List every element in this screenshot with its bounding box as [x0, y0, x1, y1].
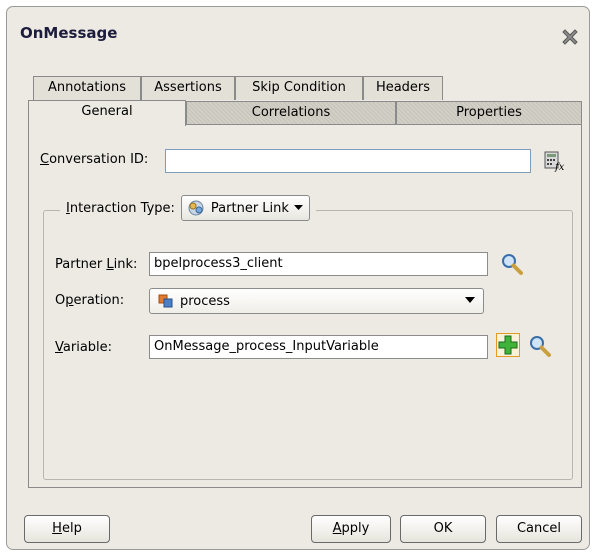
browse-variable-icon[interactable]	[528, 334, 552, 358]
operation-icon	[158, 294, 173, 308]
dropdown-arrow-icon	[293, 205, 303, 210]
tab-correlations[interactable]: Correlations	[186, 101, 396, 125]
close-icon[interactable]	[560, 27, 580, 47]
tab-general[interactable]: General	[28, 100, 186, 126]
add-variable-icon[interactable]	[496, 333, 520, 357]
ok-button[interactable]: OK	[400, 515, 486, 543]
operation-value: process	[180, 293, 230, 309]
interaction-type-row: Interaction Type: Partner Link	[60, 195, 316, 221]
variable-field[interactable]: OnMessage_process_InputVariable	[149, 335, 488, 359]
interaction-type-value: Partner Link	[210, 200, 289, 216]
tab-assertions[interactable]: Assertions	[141, 76, 235, 100]
partner-link-icon	[188, 200, 204, 216]
chevron-down-icon	[465, 297, 475, 303]
interaction-type-label: Interaction Type:	[66, 200, 175, 216]
conversation-id-label: Conversation ID:	[40, 152, 149, 167]
operation-select[interactable]: process	[149, 288, 484, 314]
tab-skip-condition[interactable]: Skip Condition	[235, 76, 363, 100]
tab-annotations[interactable]: Annotations	[33, 76, 141, 100]
apply-button[interactable]: Apply	[311, 515, 391, 543]
dialog-title: OnMessage	[20, 24, 118, 42]
cancel-button[interactable]: Cancel	[496, 515, 582, 543]
tab-properties[interactable]: Properties	[396, 101, 582, 125]
conversation-id-input[interactable]	[165, 149, 531, 173]
interaction-type-dropdown[interactable]: Partner Link	[180, 195, 310, 221]
help-button[interactable]: Help	[24, 515, 110, 543]
expression-builder-icon[interactable]: fx	[543, 150, 565, 172]
variable-label: Variable:	[55, 340, 113, 355]
partner-link-field[interactable]: bpelprocess3_client	[149, 252, 488, 276]
browse-partner-link-icon[interactable]	[500, 252, 524, 276]
operation-label: Operation:	[55, 293, 125, 308]
svg-text:fx: fx	[554, 162, 565, 172]
tab-headers[interactable]: Headers	[363, 76, 443, 100]
partner-link-label: Partner Link:	[55, 257, 138, 272]
